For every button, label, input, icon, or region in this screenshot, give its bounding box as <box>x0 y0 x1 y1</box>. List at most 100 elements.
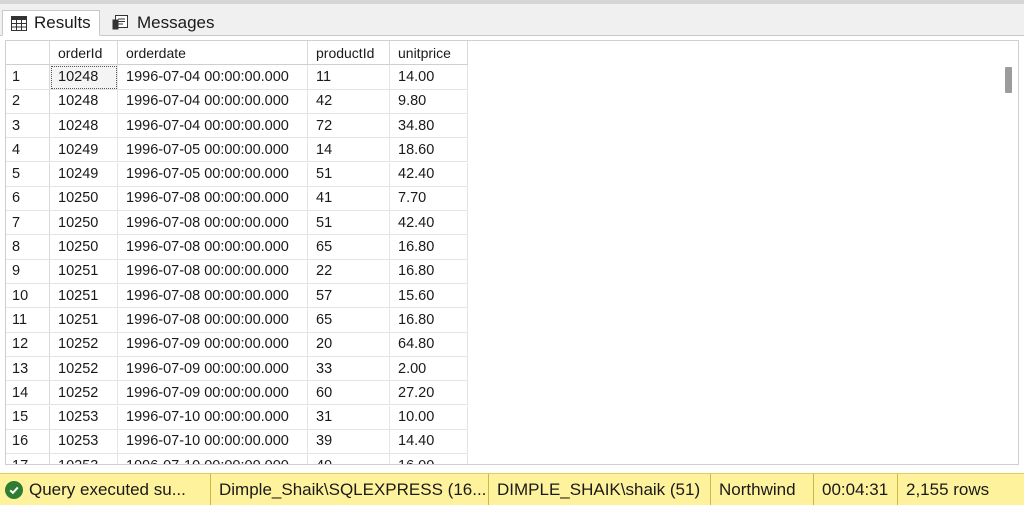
cell-unitprice[interactable]: 18.60 <box>390 138 468 163</box>
cell-orderdate[interactable]: 1996-07-08 00:00:00.000 <box>118 259 308 284</box>
cell-unitprice[interactable]: 16.80 <box>390 308 468 333</box>
cell-orderdate[interactable]: 1996-07-08 00:00:00.000 <box>118 308 308 333</box>
cell-orderid[interactable]: 10253 <box>50 405 118 430</box>
cell-orderdate[interactable]: 1996-07-08 00:00:00.000 <box>118 211 308 236</box>
row-number: 17 <box>6 454 50 464</box>
cell-orderid[interactable]: 10253 <box>50 454 118 464</box>
cell-unitprice[interactable]: 9.80 <box>390 89 468 114</box>
column-header-unitprice[interactable]: unitprice <box>390 41 468 66</box>
tab-results[interactable]: Results <box>2 10 100 36</box>
cell-orderid[interactable]: 10250 <box>50 186 118 212</box>
cell-orderid[interactable]: 10248 <box>50 113 118 139</box>
cell-orderdate[interactable]: 1996-07-10 00:00:00.000 <box>118 405 308 430</box>
cell-productid[interactable]: 31 <box>308 405 390 430</box>
cell-productid[interactable]: 42 <box>308 89 390 114</box>
column-header-orderdate[interactable]: orderdate <box>118 41 308 66</box>
table-row[interactable]: 16 10253 1996-07-10 00:00:00.000 39 14.40 <box>6 429 468 455</box>
cell-orderid[interactable]: 10250 <box>50 235 118 260</box>
cell-productid[interactable]: 57 <box>308 284 390 309</box>
table-row[interactable]: 7 10250 1996-07-08 00:00:00.000 51 42.40 <box>6 211 468 236</box>
tab-messages[interactable]: Messages <box>104 10 214 36</box>
table-row[interactable]: 14 10252 1996-07-09 00:00:00.000 60 27.20 <box>6 381 468 406</box>
cell-orderid[interactable]: 10252 <box>50 381 118 406</box>
cell-orderdate[interactable]: 1996-07-08 00:00:00.000 <box>118 186 308 212</box>
table-row[interactable]: 9 10251 1996-07-08 00:00:00.000 22 16.80 <box>6 259 468 284</box>
cell-orderdate[interactable]: 1996-07-04 00:00:00.000 <box>118 65 308 90</box>
cell-orderid[interactable]: 10248 <box>50 65 118 90</box>
cell-unitprice[interactable]: 14.40 <box>390 429 468 455</box>
cell-orderid[interactable]: 10250 <box>50 211 118 236</box>
cell-productid[interactable]: 20 <box>308 332 390 357</box>
cell-unitprice[interactable]: 14.00 <box>390 65 468 90</box>
cell-orderid[interactable]: 10252 <box>50 356 118 382</box>
cell-orderdate[interactable]: 1996-07-04 00:00:00.000 <box>118 113 308 139</box>
table-row[interactable]: 10 10251 1996-07-08 00:00:00.000 57 15.60 <box>6 284 468 309</box>
cell-unitprice[interactable]: 16.80 <box>390 259 468 284</box>
table-row[interactable]: 3 10248 1996-07-04 00:00:00.000 72 34.80 <box>6 113 468 139</box>
table-row[interactable]: 2 10248 1996-07-04 00:00:00.000 42 9.80 <box>6 89 468 114</box>
cell-unitprice[interactable]: 16.00 <box>390 454 468 464</box>
table-row[interactable]: 4 10249 1996-07-05 00:00:00.000 14 18.60 <box>6 138 468 163</box>
cell-productid[interactable]: 49 <box>308 454 390 464</box>
cell-unitprice[interactable]: 27.20 <box>390 381 468 406</box>
cell-unitprice[interactable]: 42.40 <box>390 211 468 236</box>
cell-orderid[interactable]: 10252 <box>50 332 118 357</box>
cell-orderid[interactable]: 10253 <box>50 429 118 455</box>
cell-orderdate[interactable]: 1996-07-04 00:00:00.000 <box>118 89 308 114</box>
cell-orderdate[interactable]: 1996-07-08 00:00:00.000 <box>118 235 308 260</box>
table-row[interactable]: 12 10252 1996-07-09 00:00:00.000 20 64.80 <box>6 332 468 357</box>
cell-orderid[interactable]: 10251 <box>50 284 118 309</box>
cell-orderdate[interactable]: 1996-07-09 00:00:00.000 <box>118 332 308 357</box>
cell-orderid[interactable]: 10249 <box>50 138 118 163</box>
vertical-scrollbar[interactable] <box>1000 41 1018 464</box>
cell-productid[interactable]: 72 <box>308 113 390 139</box>
cell-productid[interactable]: 51 <box>308 162 390 187</box>
cell-orderdate[interactable]: 1996-07-05 00:00:00.000 <box>118 138 308 163</box>
cell-orderdate[interactable]: 1996-07-05 00:00:00.000 <box>118 162 308 187</box>
cell-productid[interactable]: 11 <box>308 65 390 90</box>
cell-unitprice[interactable]: 64.80 <box>390 332 468 357</box>
table-row[interactable]: 17102531996-07-10 00:00:00.0004916.00 <box>6 454 468 464</box>
cell-orderid[interactable]: 10251 <box>50 259 118 284</box>
table-row[interactable]: 5 10249 1996-07-05 00:00:00.000 51 42.40 <box>6 162 468 187</box>
table-row[interactable]: 1 10248 1996-07-04 00:00:00.000 11 14.00 <box>6 65 468 90</box>
table-row[interactable]: 8 10250 1996-07-08 00:00:00.000 65 16.80 <box>6 235 468 260</box>
results-grid[interactable]: orderId orderdate productId unitprice 11… <box>5 40 1019 465</box>
table-row[interactable]: 15 10253 1996-07-10 00:00:00.000 31 10.00 <box>6 405 468 430</box>
results-tab-bar: Results Messages <box>0 4 1024 36</box>
cell-productid[interactable]: 60 <box>308 381 390 406</box>
table-row[interactable]: 13 10252 1996-07-09 00:00:00.000 33 2.00 <box>6 356 468 382</box>
cell-unitprice[interactable]: 7.70 <box>390 186 468 212</box>
row-number: 13 <box>6 356 50 382</box>
cell-productid[interactable]: 65 <box>308 308 390 333</box>
table-row[interactable]: 6 10250 1996-07-08 00:00:00.000 41 7.70 <box>6 186 468 212</box>
cell-productid[interactable]: 22 <box>308 259 390 284</box>
cell-unitprice[interactable]: 10.00 <box>390 405 468 430</box>
column-header-orderid[interactable]: orderId <box>50 41 118 66</box>
column-header-productid[interactable]: productId <box>308 41 390 66</box>
cell-orderdate[interactable]: 1996-07-08 00:00:00.000 <box>118 284 308 309</box>
cell-unitprice[interactable]: 42.40 <box>390 162 468 187</box>
cell-productid[interactable]: 41 <box>308 186 390 212</box>
cell-orderid[interactable]: 10248 <box>50 89 118 114</box>
cell-orderdate[interactable]: 1996-07-10 00:00:00.000 <box>118 454 308 464</box>
cell-orderid[interactable]: 10251 <box>50 308 118 333</box>
cell-orderdate[interactable]: 1996-07-09 00:00:00.000 <box>118 381 308 406</box>
row-number: 3 <box>6 113 50 139</box>
cell-productid[interactable]: 14 <box>308 138 390 163</box>
cell-productid[interactable]: 33 <box>308 356 390 382</box>
cell-unitprice[interactable]: 2.00 <box>390 356 468 382</box>
status-message: Query executed su... <box>0 474 210 505</box>
cell-unitprice[interactable]: 16.80 <box>390 235 468 260</box>
row-number: 5 <box>6 162 50 187</box>
cell-unitprice[interactable]: 34.80 <box>390 113 468 139</box>
cell-productid[interactable]: 39 <box>308 429 390 455</box>
cell-orderdate[interactable]: 1996-07-10 00:00:00.000 <box>118 429 308 455</box>
cell-orderid[interactable]: 10249 <box>50 162 118 187</box>
cell-productid[interactable]: 65 <box>308 235 390 260</box>
cell-productid[interactable]: 51 <box>308 211 390 236</box>
cell-unitprice[interactable]: 15.60 <box>390 284 468 309</box>
scrollbar-thumb[interactable] <box>1005 67 1012 93</box>
cell-orderdate[interactable]: 1996-07-09 00:00:00.000 <box>118 356 308 382</box>
table-row[interactable]: 11 10251 1996-07-08 00:00:00.000 65 16.80 <box>6 308 468 333</box>
